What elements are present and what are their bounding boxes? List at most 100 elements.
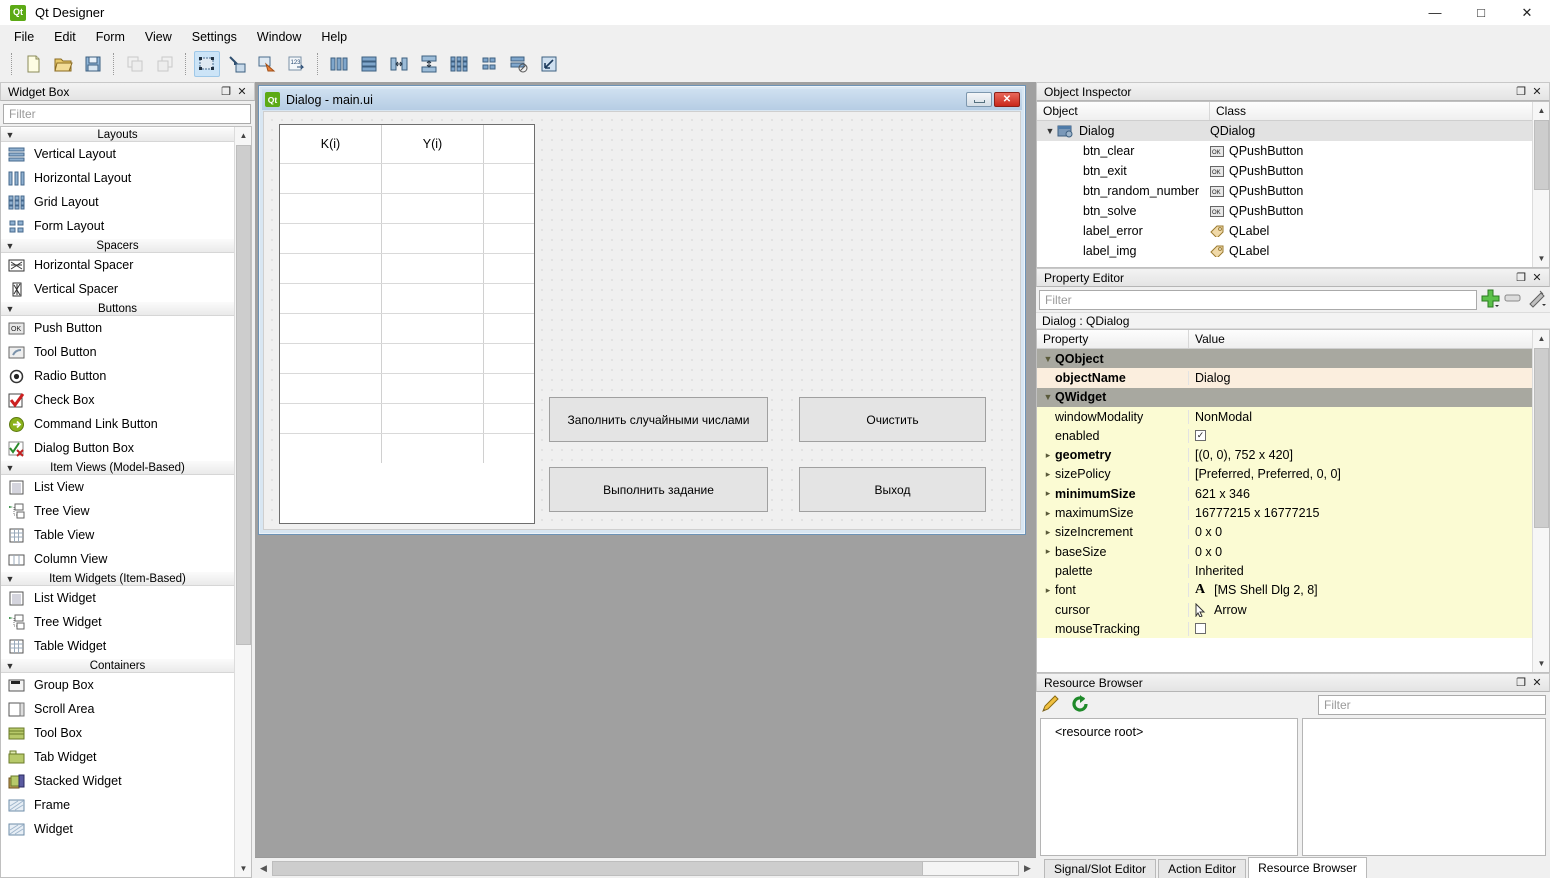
- float-icon[interactable]: ❐: [1513, 675, 1529, 691]
- table-row[interactable]: [280, 283, 534, 313]
- scroll-down-icon[interactable]: ▼: [235, 860, 252, 877]
- chevron-down-icon[interactable]: ▼: [1041, 354, 1055, 364]
- widget-item-push-button[interactable]: OK Push Button: [1, 316, 234, 340]
- scroll-up-icon[interactable]: ▲: [1533, 102, 1550, 119]
- table-cell[interactable]: [382, 194, 484, 223]
- chevron-right-icon[interactable]: ▸: [1041, 508, 1055, 519]
- tree-row-btn-exit[interactable]: btn_exit OK QPushButton: [1037, 161, 1533, 181]
- menu-view[interactable]: View: [135, 27, 182, 47]
- chevron-right-icon[interactable]: ▸: [1041, 527, 1055, 538]
- widget-item-list-view[interactable]: List View: [1, 475, 234, 499]
- save-form-icon[interactable]: [80, 51, 106, 77]
- widget-box-category-spacers[interactable]: ▼ Spacers: [1, 238, 234, 253]
- layout-grid-icon[interactable]: [446, 51, 472, 77]
- property-value-cell[interactable]: Inherited: [1189, 564, 1533, 578]
- widget-box-category-buttons[interactable]: ▼ Buttons: [1, 301, 234, 316]
- menu-form[interactable]: Form: [86, 27, 135, 47]
- property-row-objectname[interactable]: objectName Dialog: [1037, 368, 1533, 387]
- property-row-cursor[interactable]: cursor Arrow: [1037, 600, 1533, 619]
- property-value-cell[interactable]: NonModal: [1189, 410, 1533, 424]
- widget-box-filter-input[interactable]: Filter: [3, 104, 251, 124]
- table-row[interactable]: [280, 193, 534, 223]
- scroll-down-icon[interactable]: ▼: [1533, 655, 1550, 672]
- table-cell[interactable]: [382, 434, 484, 463]
- tree-row-btn-solve[interactable]: btn_solve OK QPushButton: [1037, 201, 1533, 221]
- widget-item-dialog-button-box[interactable]: Dialog Button Box: [1, 436, 234, 460]
- float-icon[interactable]: ❐: [218, 84, 234, 100]
- widget-item-form-layout[interactable]: Form Layout: [1, 214, 234, 238]
- new-form-icon[interactable]: [20, 51, 46, 77]
- minimize-icon[interactable]: —: [1412, 0, 1458, 26]
- layout-splitter-horizontal-icon[interactable]: [386, 51, 412, 77]
- menu-help[interactable]: Help: [311, 27, 357, 47]
- property-group-qobject[interactable]: ▼ QObject: [1037, 349, 1533, 368]
- property-group-qwidget[interactable]: ▼ QWidget: [1037, 388, 1533, 407]
- float-icon[interactable]: ❐: [1513, 84, 1529, 100]
- scrollbar-thumb[interactable]: [1534, 348, 1549, 528]
- scrollbar-thumb[interactable]: [273, 862, 923, 875]
- chevron-right-icon[interactable]: ▸: [1041, 546, 1055, 557]
- column-header-property[interactable]: Property: [1037, 330, 1189, 348]
- resource-root-label[interactable]: <resource root>: [1055, 725, 1143, 739]
- widget-item-tab-widget[interactable]: Tab Widget: [1, 745, 234, 769]
- menu-edit[interactable]: Edit: [44, 27, 86, 47]
- widget-item-grid-layout[interactable]: Grid Layout: [1, 190, 234, 214]
- property-value-cell[interactable]: Dialog: [1189, 371, 1533, 385]
- property-value-cell[interactable]: 0 x 0: [1189, 525, 1533, 539]
- btn-exit[interactable]: Выход: [799, 467, 986, 512]
- widget-box-category-layouts[interactable]: ▼ Layouts: [1, 127, 234, 142]
- chevron-right-icon[interactable]: ▸: [1041, 469, 1055, 480]
- close-icon[interactable]: ✕: [1504, 0, 1550, 26]
- table-header-k[interactable]: K(i): [280, 125, 382, 163]
- tree-row-dialog[interactable]: ▼ Dialog QDialog: [1037, 121, 1533, 141]
- menu-window[interactable]: Window: [247, 27, 311, 47]
- widget-box-category-item-views[interactable]: ▼ Item Views (Model-Based): [1, 460, 234, 475]
- column-header-class[interactable]: Class: [1210, 102, 1549, 120]
- scroll-up-icon[interactable]: ▲: [1533, 330, 1550, 347]
- property-filter-input[interactable]: Filter: [1039, 290, 1477, 310]
- widget-item-group-box[interactable]: Group Box: [1, 673, 234, 697]
- edit-widgets-icon[interactable]: [194, 51, 220, 77]
- property-row-basesize[interactable]: ▸ baseSize 0 x 0: [1037, 542, 1533, 561]
- table-cell[interactable]: [382, 404, 484, 433]
- widget-item-table-view[interactable]: Table View: [1, 523, 234, 547]
- mousetracking-checkbox[interactable]: [1195, 623, 1206, 634]
- chevron-right-icon[interactable]: ▸: [1041, 488, 1055, 499]
- widget-item-widget[interactable]: Widget: [1, 817, 234, 841]
- tree-row-label-error[interactable]: label_error QLabel: [1037, 221, 1533, 241]
- scrollbar-thumb[interactable]: [236, 145, 251, 645]
- table-cell[interactable]: [280, 254, 382, 283]
- table-header-y[interactable]: Y(i): [382, 125, 484, 163]
- table-cell[interactable]: [382, 254, 484, 283]
- btn-random-number[interactable]: Заполнить случайными числами: [549, 397, 768, 442]
- widget-item-frame[interactable]: Frame: [1, 793, 234, 817]
- table-cell[interactable]: [280, 224, 382, 253]
- property-value-cell[interactable]: Arrow: [1189, 603, 1533, 617]
- table-row[interactable]: [280, 223, 534, 253]
- undo-icon[interactable]: [122, 51, 148, 77]
- edit-resources-button[interactable]: [1040, 694, 1062, 717]
- tab-action-editor[interactable]: Action Editor: [1158, 859, 1246, 878]
- table-cell[interactable]: [280, 194, 382, 223]
- table-cell[interactable]: [382, 284, 484, 313]
- widget-item-list-widget[interactable]: List Widget: [1, 586, 234, 610]
- table-cell[interactable]: [280, 374, 382, 403]
- object-inspector-scrollbar[interactable]: ▲ ▼: [1532, 102, 1549, 267]
- scroll-up-icon[interactable]: ▲: [235, 127, 252, 144]
- table-row[interactable]: [280, 433, 534, 463]
- widget-item-tree-widget[interactable]: Tree Widget: [1, 610, 234, 634]
- property-row-windowmodality[interactable]: windowModality NonModal: [1037, 407, 1533, 426]
- float-icon[interactable]: ❐: [1513, 270, 1529, 286]
- widget-box-category-containers[interactable]: ▼ Containers: [1, 658, 234, 673]
- property-value-cell[interactable]: ✓: [1189, 430, 1533, 441]
- column-header-object[interactable]: Object: [1037, 102, 1210, 120]
- property-value-cell[interactable]: [(0, 0), 752 x 420]: [1189, 448, 1533, 462]
- form-close-icon[interactable]: ✕: [994, 92, 1020, 107]
- edit-signals-slots-icon[interactable]: [224, 51, 250, 77]
- open-form-icon[interactable]: [50, 51, 76, 77]
- btn-clear[interactable]: Очистить: [799, 397, 986, 442]
- widget-item-tool-box[interactable]: Tool Box: [1, 721, 234, 745]
- scroll-left-icon[interactable]: ◀: [255, 859, 272, 878]
- redo-icon[interactable]: [152, 51, 178, 77]
- close-icon[interactable]: ✕: [1529, 84, 1545, 100]
